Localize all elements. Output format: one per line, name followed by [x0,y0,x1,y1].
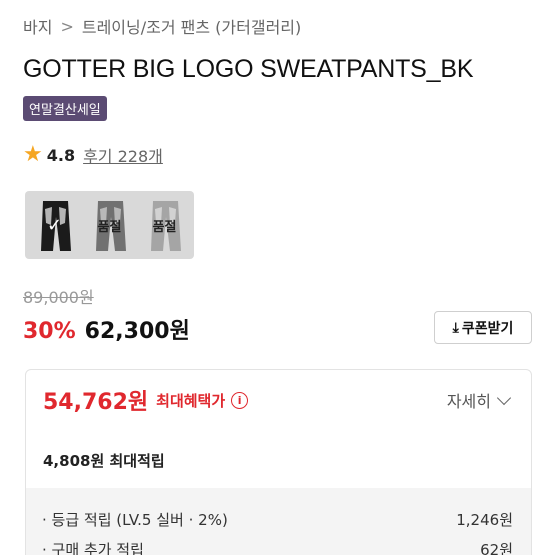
breakdown-value: 1,246원 [456,511,513,529]
list-item: · 구매 추가 적립 62원 [42,539,513,555]
list-item: · 등급 적립 (LV.5 실버 · 2%) 1,246원 [42,509,513,530]
best-price-label: 최대혜택가 [156,391,226,410]
breadcrumb-subcategory[interactable]: 트레이닝/조거 팬츠 (가터갤러리) [82,14,301,38]
download-icon: ⤓ [452,319,459,336]
color-swatch-gray-soldout[interactable]: 품절 [139,195,190,255]
original-price: 89,000원 [23,288,94,307]
best-price: 54,762원 [43,390,149,415]
check-icon: ✓ [46,214,63,236]
sale-price: 62,300원 [84,319,190,344]
detail-toggle[interactable]: 자세히 [446,388,512,412]
breadcrumb-category[interactable]: 바지 [23,14,52,38]
soldout-label: 품절 [152,219,177,235]
star-icon: ★ [23,142,43,167]
product-title: GOTTER BIG LOGO SWEATPANTS_BK [23,55,474,83]
max-points: 4,808원 최대적립 [43,452,165,470]
info-icon[interactable]: i [231,391,249,409]
color-swatch-black-soldout[interactable]: 품절 [84,195,135,255]
breakdown-label: · 등급 적립 (LV.5 실버 · 2%) [42,511,228,529]
price-row: 30% 62,300원 [23,313,190,345]
coupon-button-label: 쿠폰받기 [461,320,514,337]
chevron-right-icon: > [60,16,74,36]
breadcrumb: 바지 > 트레이닝/조거 팬츠 (가터갤러리) [23,14,301,38]
color-swatch-black[interactable]: ✓ [29,195,80,255]
breakdown-label: · 구매 추가 적립 [42,541,144,555]
reviews-link[interactable]: 후기 228개 [83,143,163,167]
sale-badge: 연말결산세일 [23,96,107,121]
breakdown-value: 62원 [480,541,513,555]
discount-rate: 30% [23,319,76,344]
color-options: ✓ 품절 품절 [25,191,194,259]
rating-row: ★ 4.8 후기 228개 [23,143,163,167]
soldout-label: 품절 [97,219,122,235]
detail-toggle-label: 자세히 [446,392,491,411]
rating-score: 4.8 [46,145,76,165]
benefit-panel: 54,762원 최대혜택가 i 자세히 4,808원 최대적립 · 등급 적립 … [25,369,532,555]
coupon-button[interactable]: ⤓ 쿠폰받기 [434,311,532,344]
points-breakdown: · 등급 적립 (LV.5 실버 · 2%) 1,246원 · 구매 추가 적립… [26,488,531,555]
benefit-header: 54,762원 최대혜택가 i [43,384,249,416]
chevron-down-icon [496,390,512,405]
